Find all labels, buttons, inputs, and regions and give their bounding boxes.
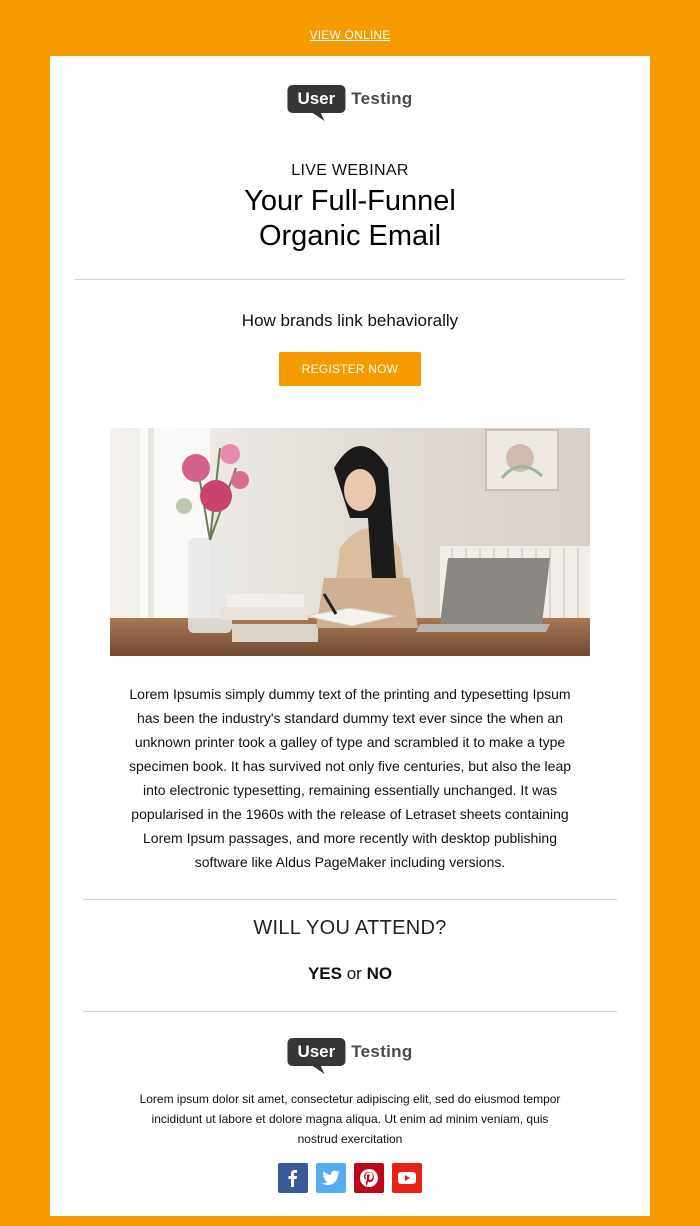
divider bbox=[83, 899, 617, 900]
rsvp-or-text: or bbox=[346, 964, 362, 983]
facebook-icon[interactable] bbox=[278, 1163, 308, 1193]
rsvp-yes-link[interactable]: YES bbox=[308, 964, 342, 983]
subheadline: How brands link behaviorally bbox=[241, 311, 459, 330]
divider bbox=[75, 279, 625, 280]
rsvp-question: WILL YOU ATTEND? bbox=[253, 917, 447, 939]
email-card: User Testing LIVE WEBINAR Your Full-Funn… bbox=[50, 56, 650, 1216]
usertesting-footer-logo: User Testing bbox=[287, 1038, 412, 1066]
hero-image bbox=[110, 428, 590, 656]
twitter-icon[interactable] bbox=[316, 1163, 346, 1193]
footer-text: Lorem ipsum dolor sit amet, consectetur … bbox=[139, 1092, 561, 1146]
logo-bubble: User bbox=[287, 1038, 346, 1066]
logo-word: Testing bbox=[351, 1042, 413, 1061]
view-online-link[interactable]: VIEW ONLINE bbox=[0, 28, 700, 42]
social-links bbox=[50, 1163, 650, 1193]
youtube-icon[interactable] bbox=[392, 1163, 422, 1193]
pinterest-icon[interactable] bbox=[354, 1163, 384, 1193]
divider bbox=[83, 1011, 617, 1012]
rsvp-answers: YES or NO bbox=[50, 964, 650, 984]
headline: Your Full-Funnel Organic Email bbox=[50, 184, 650, 254]
headline-line-1: Your Full-Funnel bbox=[244, 185, 456, 217]
logo-bubble: User bbox=[287, 85, 346, 113]
body-paragraph: Lorem Ipsumis simply dummy text of the p… bbox=[128, 686, 572, 870]
usertesting-logo: User Testing bbox=[287, 85, 412, 113]
headline-line-2: Organic Email bbox=[258, 220, 442, 252]
logo-word: Testing bbox=[351, 89, 413, 108]
woman-writing-illustration bbox=[110, 428, 590, 656]
rsvp-no-link[interactable]: NO bbox=[367, 964, 393, 983]
register-now-button[interactable]: REGISTER NOW bbox=[279, 352, 421, 386]
eyebrow-label: LIVE WEBINAR bbox=[291, 162, 409, 179]
